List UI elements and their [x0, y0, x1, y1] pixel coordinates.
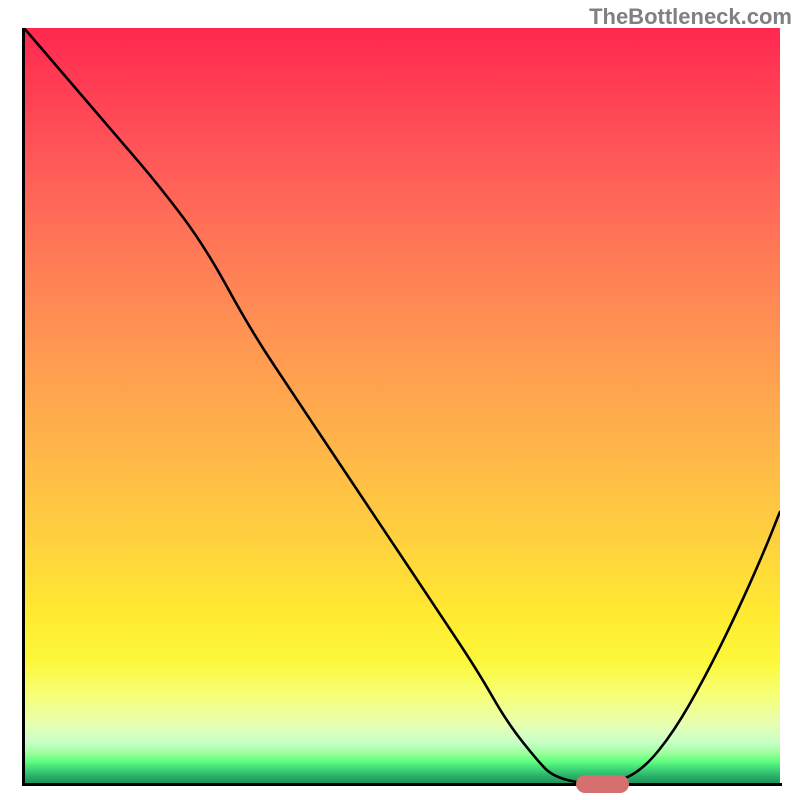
- chart-container: TheBottleneck.com: [0, 0, 800, 800]
- watermark-text: TheBottleneck.com: [589, 4, 792, 30]
- bottleneck-curve: [24, 28, 780, 784]
- optimum-marker: [576, 775, 629, 793]
